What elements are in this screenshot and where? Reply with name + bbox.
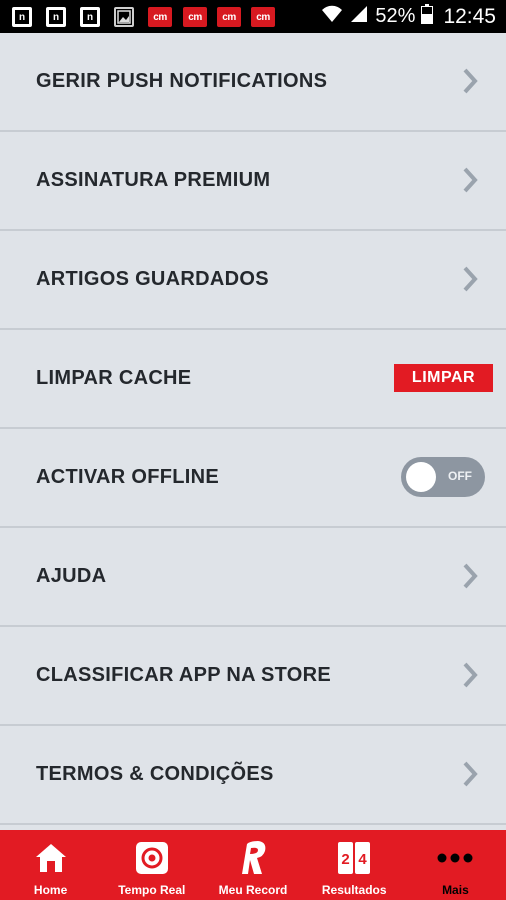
tab-label: Meu Record bbox=[218, 883, 288, 897]
tab-label: Resultados bbox=[321, 883, 387, 897]
menu-item-label: ARTIGOS GUARDADOS bbox=[36, 268, 269, 290]
svg-text:4: 4 bbox=[359, 851, 368, 868]
menu-item-label: AJUDA bbox=[36, 565, 107, 587]
battery-percent: 52% bbox=[375, 5, 416, 27]
menu-item-push-notifications[interactable]: GERIR PUSH NOTIFICATIONS bbox=[0, 33, 506, 132]
battery-icon bbox=[421, 3, 434, 30]
tab-resultados[interactable]: 24 Resultados bbox=[304, 830, 405, 900]
more-dots-icon bbox=[437, 840, 473, 876]
menu-item-label: ASSINATURA PREMIUM bbox=[36, 169, 271, 191]
cm-notification-icon: cm bbox=[251, 7, 275, 27]
wifi-icon bbox=[321, 5, 343, 29]
chevron-right-icon bbox=[463, 167, 478, 193]
toggle-state-label: OFF bbox=[448, 469, 472, 483]
chevron-right-icon bbox=[463, 68, 478, 94]
chevron-right-icon bbox=[463, 662, 478, 688]
menu-item-premium[interactable]: ASSINATURA PREMIUM bbox=[0, 132, 506, 231]
menu-item-rate-app[interactable]: CLASSIFICAR APP NA STORE bbox=[0, 627, 506, 726]
tab-home[interactable]: Home bbox=[0, 830, 101, 900]
clock: 12:45 bbox=[443, 4, 496, 28]
menu-item-clear-cache: LIMPAR CACHE LIMPAR bbox=[0, 330, 506, 429]
menu-item-label: LIMPAR CACHE bbox=[36, 367, 192, 389]
status-bar: n n n cm cm cm cm 52% 12:45 bbox=[0, 0, 506, 33]
cm-notification-icon: cm bbox=[217, 7, 241, 27]
menu-item-terms[interactable]: TERMOS & CONDIÇÕES bbox=[0, 726, 506, 825]
record-logo-icon bbox=[235, 840, 271, 876]
svg-text:2: 2 bbox=[342, 851, 350, 868]
menu-item-label: TERMOS & CONDIÇÕES bbox=[36, 763, 274, 785]
menu-item-saved-articles[interactable]: ARTIGOS GUARDADOS bbox=[0, 231, 506, 330]
menu-item-help[interactable]: AJUDA bbox=[0, 528, 506, 627]
image-icon bbox=[114, 7, 134, 27]
notification-icon: n bbox=[12, 7, 32, 27]
chevron-right-icon bbox=[463, 266, 478, 292]
toggle-knob bbox=[406, 462, 436, 492]
menu-item-offline: ACTIVAR OFFLINE OFF bbox=[0, 429, 506, 528]
live-icon bbox=[134, 840, 170, 876]
signal-icon bbox=[349, 5, 369, 29]
menu-item-label: ACTIVAR OFFLINE bbox=[36, 466, 220, 488]
chevron-right-icon bbox=[463, 563, 478, 589]
tab-meu-record[interactable]: Meu Record bbox=[202, 830, 303, 900]
scoreboard-icon: 24 bbox=[336, 840, 372, 876]
offline-toggle[interactable]: OFF bbox=[401, 457, 485, 497]
tab-tempo-real[interactable]: Tempo Real bbox=[101, 830, 202, 900]
tab-label: Home bbox=[33, 883, 68, 897]
notification-icon: n bbox=[46, 7, 66, 27]
tab-label: Tempo Real bbox=[118, 883, 186, 897]
cm-notification-icon: cm bbox=[148, 7, 172, 27]
settings-menu: GERIR PUSH NOTIFICATIONS ASSINATURA PREM… bbox=[0, 33, 506, 825]
menu-item-label: CLASSIFICAR APP NA STORE bbox=[36, 664, 332, 686]
menu-item-label: GERIR PUSH NOTIFICATIONS bbox=[36, 70, 328, 92]
tab-mais[interactable]: Mais bbox=[405, 830, 506, 900]
home-icon bbox=[33, 840, 69, 876]
tab-label: Mais bbox=[442, 883, 469, 897]
cm-notification-icon: cm bbox=[183, 7, 207, 27]
clear-cache-button[interactable]: LIMPAR bbox=[394, 364, 493, 392]
chevron-right-icon bbox=[463, 761, 478, 787]
notification-icon: n bbox=[80, 7, 100, 27]
bottom-tab-bar: Home Tempo Real Meu Record 24 Resultados… bbox=[0, 830, 506, 900]
